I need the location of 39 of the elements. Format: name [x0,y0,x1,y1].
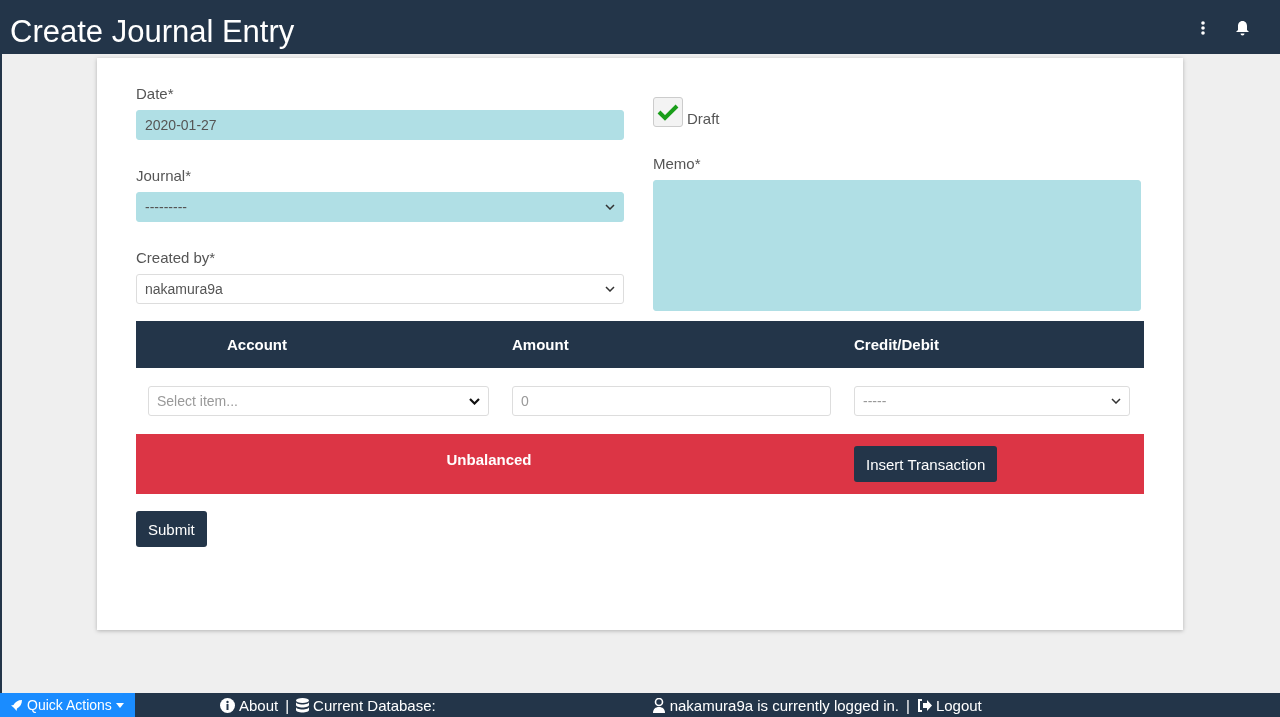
info-icon [220,697,235,713]
rocket-icon [10,698,23,712]
input-field[interactable]: 2020-01-27 [136,110,624,140]
more-options-icon[interactable] [1201,21,1205,35]
select-field[interactable]: nakamura9a [136,274,624,304]
chevron-down-icon [469,397,480,405]
caret-icon [115,702,124,708]
account-select[interactable]: Select item... [148,386,489,416]
draft-checkbox[interactable] [653,97,683,127]
field-label: Memo* [653,155,702,172]
checkmark-icon [657,103,679,121]
chevron-down-icon [1111,398,1121,404]
select-field[interactable]: --------- [136,192,624,222]
chevron-down-icon [605,204,615,210]
field-label: Date* [136,85,175,102]
column-header: Credit/Debit [853,336,940,353]
submit-button[interactable]: Submit [136,511,207,547]
bell-icon[interactable] [1235,20,1250,36]
about-link[interactable]: About [239,696,279,714]
amount-input[interactable]: 0 [512,386,831,416]
user-icon [651,697,666,713]
login-status: nakamura9a is currently logged in. [669,696,899,714]
column-header: Amount [511,336,570,353]
chevron-down-icon [605,286,615,292]
insert-transaction-button[interactable]: Insert Transaction [854,446,998,482]
credit-debit-select[interactable]: ----- [854,386,1130,416]
separator: | [285,696,290,714]
balance-status: Unbalanced [445,450,533,468]
logout-icon [916,698,932,712]
database-icon [296,697,310,713]
logout-link[interactable]: Logout [935,696,982,714]
current-database-label: Current Database: [313,696,436,714]
column-header: Account [226,336,288,353]
field-label: Journal* [136,167,193,184]
separator: | [906,696,910,714]
field-label: Created by* [136,249,217,266]
page-title: Create Journal Entry [10,14,295,50]
checkbox-label: Draft [687,110,720,127]
quick-actions-button[interactable]: Quick Actions [0,693,135,717]
